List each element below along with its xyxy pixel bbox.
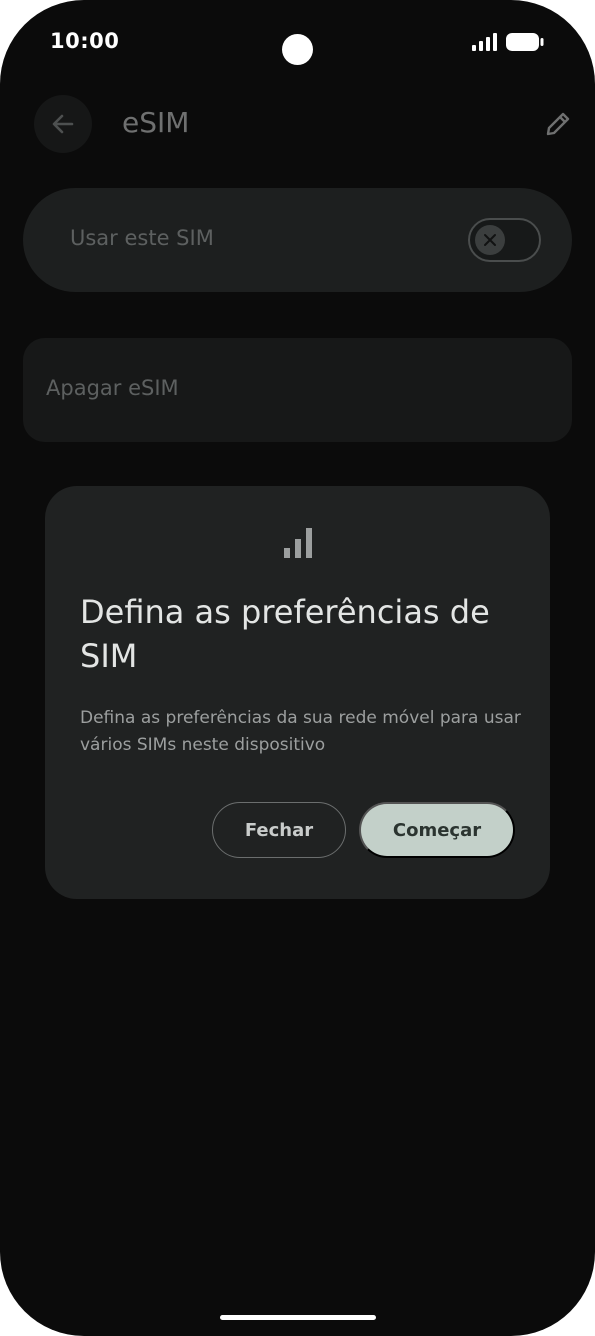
use-sim-toggle[interactable] [468, 218, 541, 262]
signal-bars-icon [284, 528, 312, 558]
cellular-signal-icon [472, 33, 497, 51]
close-button[interactable]: Fechar [212, 802, 346, 858]
back-button[interactable] [34, 95, 92, 153]
close-icon [484, 234, 496, 246]
dialog-body: Defina as preferências da sua rede móvel… [80, 708, 521, 755]
phone-screen: 10:00 eSIM Usar este SIM Apagar eSIM Def… [0, 0, 595, 1336]
app-bar: eSIM [0, 92, 595, 156]
dialog-title: Defina as preferências de SIM [80, 593, 490, 675]
toggle-thumb [475, 225, 505, 255]
sim-preferences-dialog: Defina as preferências de SIM Defina as … [45, 486, 550, 899]
pencil-icon [546, 112, 570, 136]
battery-icon [506, 33, 544, 51]
page-title: eSIM [122, 106, 190, 139]
start-button[interactable]: Começar [359, 802, 515, 858]
arrow-left-icon [52, 114, 74, 134]
use-sim-row[interactable]: Usar este SIM [23, 188, 572, 292]
camera-cutout [282, 34, 313, 65]
erase-esim-row[interactable]: Apagar eSIM [23, 338, 572, 442]
erase-esim-label: Apagar eSIM [46, 376, 179, 400]
status-bar: 10:00 [0, 0, 595, 90]
edit-button[interactable] [538, 104, 578, 144]
home-indicator[interactable] [220, 1315, 376, 1320]
use-sim-label: Usar este SIM [70, 226, 214, 250]
status-time: 10:00 [50, 29, 120, 53]
